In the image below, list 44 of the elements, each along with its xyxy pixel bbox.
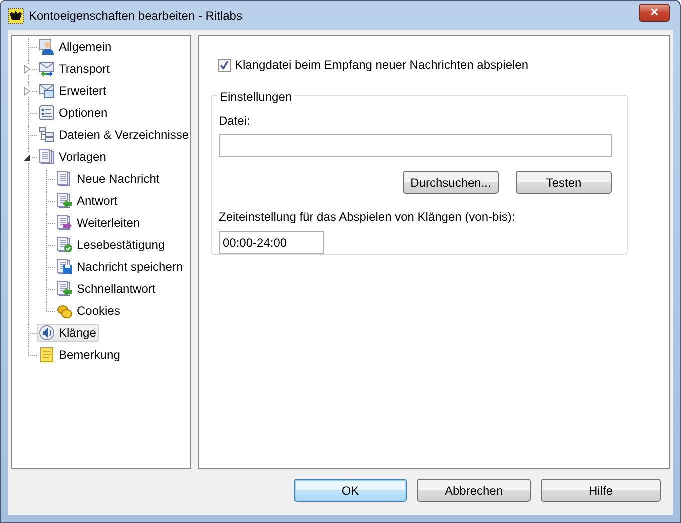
time-input[interactable]: 00:00-24:00 (219, 231, 324, 254)
tree-item[interactable]: Klänge (37, 324, 100, 342)
close-button[interactable]: ✕ (639, 4, 670, 22)
field-label: Zeiteinstellung für das Abspielen von Klängen (von-bis): (219, 209, 516, 226)
tree-item[interactable]: Erweitert (37, 82, 110, 100)
checkbox[interactable] (218, 58, 231, 72)
folders-icon (39, 127, 55, 143)
tree-item[interactable]: Neue Nachricht (55, 170, 163, 188)
window-title: Kontoeigenschaften bearbeiten - Ritlabs (29, 8, 244, 24)
dialog-button[interactable]: OK (294, 479, 407, 502)
envelope-icon (39, 83, 55, 99)
tree-item[interactable]: Bemerkung (37, 346, 124, 364)
document-icon (57, 171, 73, 187)
document-check-icon (57, 237, 73, 253)
tree-item[interactable]: Antwort (55, 192, 121, 210)
expand-icon[interactable] (23, 65, 32, 74)
tree-item[interactable]: Optionen (37, 104, 111, 122)
tree-item[interactable]: Vorlagen (37, 148, 110, 166)
save-icon (57, 259, 73, 275)
check-icon (220, 60, 229, 70)
tree-item[interactable]: Lesebestätigung (55, 236, 168, 254)
coins-icon (57, 303, 73, 319)
documents-icon (39, 149, 55, 165)
person-icon (39, 39, 55, 55)
browse-button[interactable]: Durchsuchen... (403, 171, 499, 194)
file-input[interactable] (219, 134, 612, 157)
app-icon (8, 8, 24, 24)
list-icon (39, 105, 55, 121)
tree-item[interactable]: Cookies (55, 302, 124, 320)
dialog-button[interactable]: Hilfe (541, 479, 661, 502)
envelope-icon (39, 61, 55, 77)
tree-item[interactable]: Nachricht speichern (55, 258, 186, 276)
speaker-icon (39, 325, 55, 341)
tree-item[interactable]: Dateien & Verzeichnisse (37, 126, 192, 144)
tree-item[interactable]: Schnellantwort (55, 280, 159, 298)
note-icon (39, 347, 55, 363)
expand-icon[interactable] (23, 87, 32, 96)
field-label: Datei: (219, 113, 252, 130)
tree-item[interactable]: Transport (37, 60, 113, 78)
tree-item[interactable]: Allgemein (37, 38, 115, 56)
tree-item[interactable]: Weiterleiten (55, 214, 144, 232)
checkbox-label: Klangdatei beim Empfang neuer Nachrichten abspielen (235, 57, 529, 74)
test-button[interactable]: Testen (516, 171, 612, 194)
dialog-button[interactable]: Abbrechen (417, 479, 531, 502)
